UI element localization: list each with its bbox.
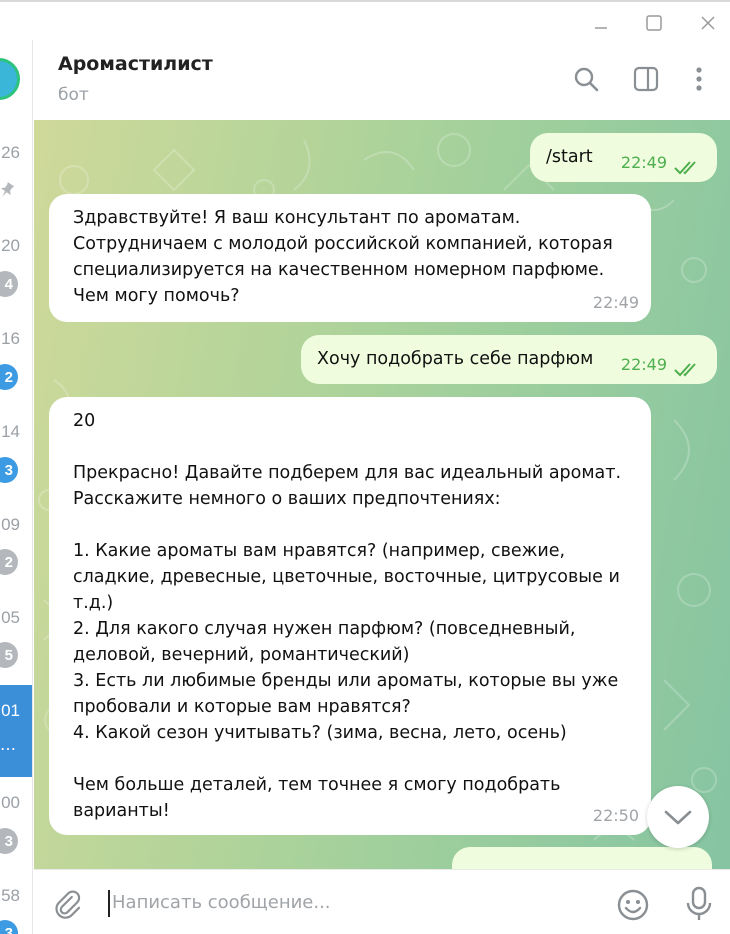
chat-list-time: 16 xyxy=(1,329,20,348)
message-list[interactable]: /start 22:49 Здравствуйте! Я ваш консуль… xyxy=(34,120,730,869)
chat-list-time: 00 xyxy=(1,793,20,812)
chat-list-time: 20 xyxy=(1,236,20,255)
chat-list-preview: … xyxy=(0,735,17,754)
minimize-icon[interactable] xyxy=(588,10,614,36)
unread-badge: 3 xyxy=(0,920,18,934)
message-time: 22:49 xyxy=(620,355,667,374)
scroll-to-bottom-button[interactable] xyxy=(647,786,709,848)
message-time: 22:49 xyxy=(620,153,667,172)
chat-header[interactable]: Аромастилист бот xyxy=(34,40,730,120)
unread-badge: 2 xyxy=(0,549,18,575)
double-check-icon xyxy=(674,161,696,175)
chat-title[interactable]: Аромастилист xyxy=(58,53,213,75)
unread-badge: 3 xyxy=(0,828,18,854)
message-text: /start xyxy=(546,147,593,167)
message-time: 22:50 xyxy=(592,806,639,825)
text-cursor xyxy=(108,890,110,917)
message-incoming[interactable]: 20 Прекрасно! Давайте подберем для вас и… xyxy=(49,397,651,835)
message-time: 22:49 xyxy=(592,293,639,312)
emoji-icon[interactable] xyxy=(616,888,650,922)
close-icon[interactable] xyxy=(695,10,721,36)
maximize-icon[interactable] xyxy=(641,10,667,36)
message-text: 20 Прекрасно! Давайте подберем для вас и… xyxy=(73,411,622,821)
message-input[interactable] xyxy=(112,884,592,920)
pin-icon xyxy=(0,182,14,197)
unread-badge: 3 xyxy=(0,457,18,483)
unread-badge: 5 xyxy=(0,642,18,668)
double-check-icon xyxy=(674,363,696,377)
chat-list-time: 09 xyxy=(1,515,20,534)
paperclip-icon[interactable] xyxy=(52,888,86,922)
message-outgoing-partial[interactable] xyxy=(452,847,712,869)
message-composer xyxy=(34,869,730,934)
chat-list-time: 26 xyxy=(1,143,20,162)
chat-list-time: 05 xyxy=(1,608,20,627)
window-titlebar xyxy=(0,0,730,40)
message-incoming[interactable]: Здравствуйте! Я ваш консультант по арома… xyxy=(49,194,651,322)
message-text: Здравствуйте! Я ваш консультант по арома… xyxy=(73,208,613,306)
message-text: Хочу подобрать себе парфюм xyxy=(317,349,594,369)
chat-list-time: 01 xyxy=(1,701,20,720)
microphone-icon[interactable] xyxy=(684,886,714,922)
unread-badge: 2 xyxy=(0,364,18,390)
more-options-icon[interactable] xyxy=(684,64,714,94)
chat-list-time: 14 xyxy=(1,422,20,441)
sidebar-toggle-icon[interactable] xyxy=(631,64,661,94)
chat-list-sidebar: 26 20 4 16 2 14 3 09 2 05 5 01 … 00 3 58… xyxy=(0,40,33,934)
chat-list-time: 58 xyxy=(1,886,20,905)
search-icon[interactable] xyxy=(571,64,601,94)
message-outgoing[interactable]: Хочу подобрать себе парфюм 22:49 xyxy=(301,335,717,384)
unread-badge: 4 xyxy=(0,271,18,297)
chevron-down-icon xyxy=(664,810,692,825)
chat-list-item-selected[interactable]: 01 … xyxy=(0,685,32,777)
chat-subtitle: бот xyxy=(58,85,89,105)
avatar[interactable] xyxy=(0,58,20,100)
message-outgoing[interactable]: /start 22:49 xyxy=(530,133,717,182)
